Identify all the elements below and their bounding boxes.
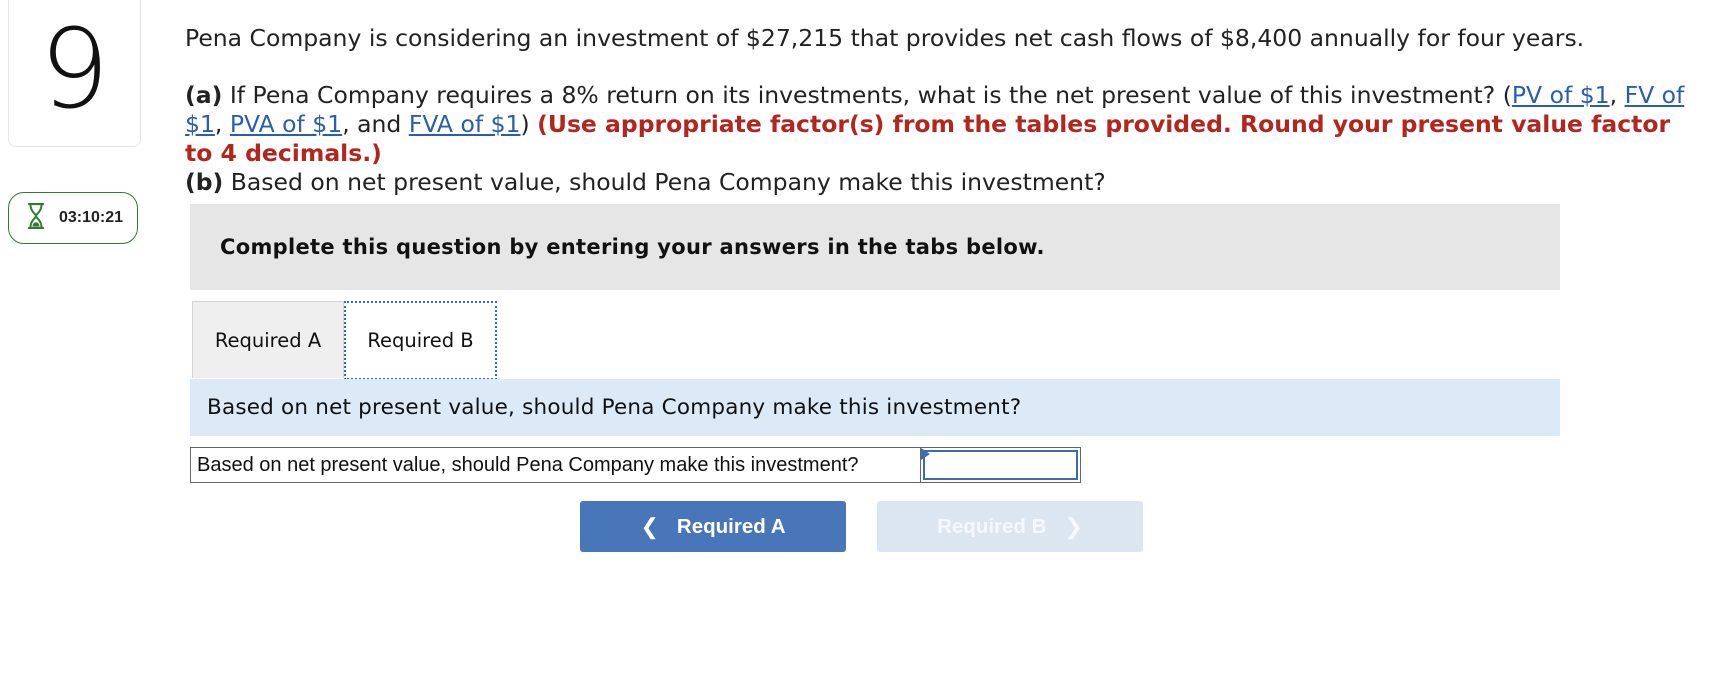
dropdown-flag-icon — [921, 448, 930, 460]
answer-dropdown[interactable] — [921, 447, 1081, 483]
answer-label: Based on net present value, should Pena … — [190, 447, 921, 483]
part-b-text: Based on net present value, should Pena … — [223, 168, 1106, 196]
next-button-label: Required B — [937, 514, 1047, 538]
next-required-b-button: Required B ❯ — [877, 501, 1143, 552]
question-number-box: 9 — [8, 0, 141, 147]
prev-button-label: Required A — [676, 514, 786, 538]
tab-required-a[interactable]: Required A — [192, 301, 344, 378]
timer-text: 03:10:21 — [59, 209, 124, 226]
chevron-right-icon: ❯ — [1064, 513, 1083, 539]
question-number: 9 — [39, 5, 110, 133]
question-part-a: (a) If Pena Company requires a 8% return… — [185, 81, 1695, 168]
timer-badge: 03:10:21 — [8, 192, 138, 244]
separator: , — [214, 110, 230, 138]
link-pv-of-1[interactable]: PV of $1 — [1512, 81, 1610, 109]
question-text: Pena Company is considering an investmen… — [185, 24, 1695, 197]
chevron-left-icon: ❮ — [640, 513, 659, 539]
answer-dropdown-focus[interactable] — [923, 450, 1078, 480]
link-pva-of-1[interactable]: PVA of $1 — [230, 110, 342, 138]
instructions-text: Complete this question by entering your … — [220, 235, 1045, 259]
link-fva-of-1[interactable]: FVA of $1 — [409, 110, 521, 138]
tab-required-b[interactable]: Required B — [344, 301, 497, 380]
separator: , and — [342, 110, 409, 138]
answer-row: Based on net present value, should Pena … — [190, 447, 1081, 483]
tab-bar: Required A Required B — [190, 301, 1560, 380]
part-b-label: (b) — [185, 168, 224, 196]
instructions-banner: Complete this question by entering your … — [190, 204, 1560, 290]
part-a-text: If Pena Company requires a 8% return on … — [222, 81, 1512, 109]
part-a-label: (a) — [185, 81, 223, 109]
question-part-b: (b) Based on net present value, should P… — [185, 168, 1695, 197]
panel-prompt: Based on net present value, should Pena … — [190, 379, 1560, 436]
prev-required-a-button[interactable]: ❮ Required A — [580, 501, 846, 552]
question-intro: Pena Company is considering an investmen… — [185, 24, 1585, 52]
separator: , — [1609, 81, 1625, 109]
separator: ) — [520, 110, 538, 138]
hourglass-icon — [27, 202, 45, 233]
